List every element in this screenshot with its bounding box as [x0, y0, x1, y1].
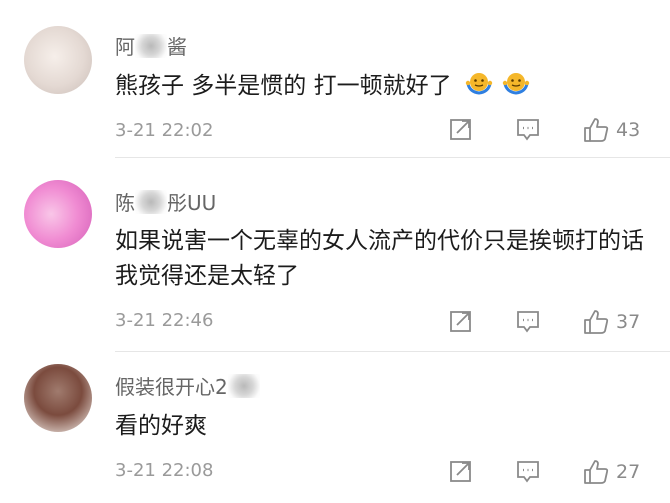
username[interactable]: 假装很开心2: [115, 371, 260, 400]
comment-time: 3-21 22:02: [115, 120, 214, 141]
like-count: 37: [616, 311, 641, 333]
share-icon[interactable]: [448, 308, 474, 334]
comment-icon[interactable]: [515, 308, 541, 334]
blurred-name-mask: [135, 190, 167, 214]
username[interactable]: 陈彤UU: [115, 187, 216, 216]
like-button[interactable]: 37: [582, 308, 640, 336]
avatar[interactable]: [24, 26, 92, 94]
comment-text: 如果说害一个无辜的女人流产的代价只是挨顿打的话我觉得还是太轻了: [115, 228, 644, 289]
avatar[interactable]: [24, 364, 92, 432]
comment-item: 假装很开心2 看的好爽 3-21 22:08 27: [0, 352, 670, 503]
thumbs-up-icon: [584, 310, 609, 334]
comment-time: 3-21 22:08: [115, 460, 214, 481]
blurred-name-mask: [135, 34, 167, 58]
share-icon[interactable]: [448, 458, 474, 484]
avatar[interactable]: [24, 180, 92, 248]
shrug-emoji-icon: [503, 73, 530, 95]
comment-time: 3-21 22:46: [115, 310, 214, 331]
comment-text: 看的好爽: [115, 413, 207, 439]
shrug-emoji-icon: [465, 73, 493, 95]
like-count: 27: [616, 461, 641, 483]
username[interactable]: 阿酱: [115, 31, 187, 60]
comment-item: 陈彤UU 如果说害一个无辜的女人流产的代价只是挨顿打的话我觉得还是太轻了 3-2…: [0, 158, 670, 352]
comment-icon[interactable]: [515, 458, 541, 484]
thumbs-up-icon: [584, 460, 609, 484]
blurred-name-mask: [227, 374, 260, 398]
thumbs-up-icon: [584, 118, 609, 142]
like-button[interactable]: 43: [582, 116, 640, 144]
share-icon[interactable]: [448, 116, 474, 142]
like-count: 43: [616, 119, 641, 141]
like-button[interactable]: 27: [582, 458, 640, 486]
comment-icon[interactable]: [515, 116, 541, 142]
comment-item: 阿酱 熊孩子 多半是惯的 打一顿就好了 3-21 22:02 43: [0, 0, 670, 158]
comment-text: 熊孩子 多半是惯的 打一顿就好了: [115, 69, 655, 104]
